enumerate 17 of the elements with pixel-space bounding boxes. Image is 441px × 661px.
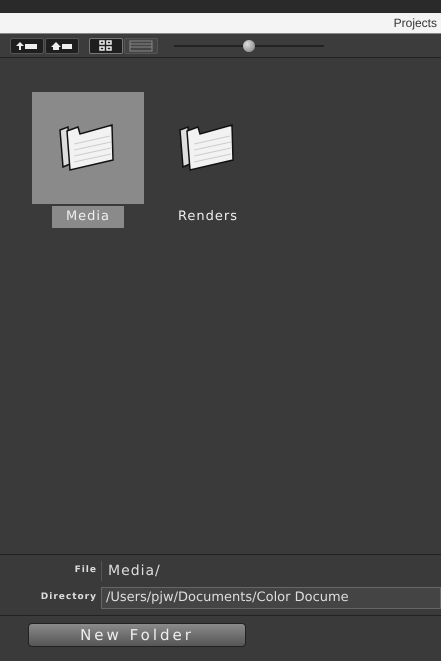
parent-folder-icon bbox=[16, 40, 38, 50]
folder-label[interactable]: Renders bbox=[164, 206, 252, 228]
grid-view-icon bbox=[99, 40, 113, 52]
toolbar-button[interactable] bbox=[45, 38, 79, 54]
field-label: Directory bbox=[40, 591, 97, 604]
home-folder-icon bbox=[51, 40, 73, 50]
list-view-icon bbox=[129, 40, 153, 52]
directory-field[interactable]: /Users/pjw/Documents/Color Docume bbox=[101, 587, 441, 609]
toolbar-button[interactable] bbox=[10, 38, 44, 54]
selection-highlight[interactable] bbox=[32, 92, 144, 204]
window-title: Projects bbox=[394, 15, 437, 32]
slider-thumb[interactable] bbox=[243, 40, 255, 52]
view-toggle[interactable] bbox=[124, 38, 158, 54]
new-folder-button[interactable]: New Folder bbox=[28, 622, 246, 646]
view-toggle[interactable] bbox=[89, 38, 123, 54]
field-label: File bbox=[74, 564, 97, 578]
zoom-slider[interactable] bbox=[174, 40, 324, 52]
